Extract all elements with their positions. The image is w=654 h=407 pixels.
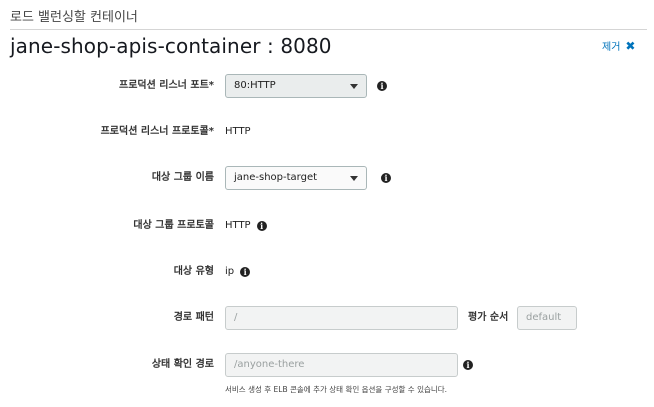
health-check-path-row: 상태 확인 경로 /anyone-there i	[0, 353, 654, 377]
target-group-protocol-label: 대상 그룹 프로토콜	[133, 220, 214, 231]
info-icon[interactable]: i	[240, 267, 251, 277]
production-listener-port-row: 프로덕션 리스너 포트* 80:HTTP i	[0, 74, 654, 98]
container-title: jane-shop-apis-container : 8080	[10, 34, 332, 58]
target-group-protocol-value-wrap: HTTP i	[225, 214, 267, 238]
path-pattern-row: 경로 패턴 / 평가 순서 default	[0, 306, 654, 330]
health-check-path-input[interactable]: /anyone-there	[225, 353, 458, 377]
load-balancer-container-panel: 로드 밸런싱할 컨테이너 jane-shop-apis-container : …	[0, 0, 654, 407]
section-divider	[10, 29, 647, 30]
production-listener-port-label: 프로덕션 리스너 포트*	[119, 80, 214, 91]
production-listener-protocol-row: 프로덕션 리스너 프로토콜* HTTP	[0, 120, 654, 144]
evaluation-order-input[interactable]: default	[517, 306, 577, 330]
caret-down-icon	[350, 176, 358, 181]
caret-down-icon	[350, 84, 358, 89]
target-type-value-wrap: ip i	[225, 260, 251, 284]
evaluation-order-label: 평가 순서	[468, 312, 509, 323]
section-title: 로드 밸런싱할 컨테이너	[10, 10, 138, 25]
target-group-protocol-row: 대상 그룹 프로토콜 HTTP i	[0, 214, 654, 238]
target-group-name-row: 대상 그룹 이름 jane-shop-target i	[0, 166, 654, 190]
production-listener-port-value: 80:HTTP	[234, 80, 276, 91]
evaluation-order-placeholder: default	[526, 312, 562, 323]
remove-label: 제거	[602, 42, 621, 53]
production-listener-protocol-value-wrap: HTTP	[225, 120, 251, 144]
target-group-name-label: 대상 그룹 이름	[151, 172, 214, 183]
health-check-path-label: 상태 확인 경로	[151, 359, 214, 370]
production-listener-protocol-label: 프로덕션 리스너 프로토콜*	[100, 126, 214, 137]
path-pattern-label: 경로 패턴	[173, 312, 214, 323]
info-icon[interactable]: i	[377, 81, 387, 91]
info-icon[interactable]: i	[256, 221, 267, 231]
health-check-hint: 서비스 생성 후 ELB 콘솔에 추가 상태 확인 옵션을 구성할 수 있습니다…	[225, 385, 448, 394]
target-type-value: ip	[225, 266, 235, 277]
path-pattern-placeholder: /	[234, 312, 238, 323]
remove-button[interactable]: 제거 ✖	[602, 38, 636, 54]
target-group-name-select[interactable]: jane-shop-target	[225, 166, 367, 190]
target-type-row: 대상 유형 ip i	[0, 260, 654, 284]
target-type-label: 대상 유형	[173, 266, 214, 277]
production-listener-port-select[interactable]: 80:HTTP	[225, 74, 367, 98]
health-check-path-placeholder: /anyone-there	[234, 359, 305, 370]
target-group-protocol-value: HTTP	[225, 220, 251, 231]
production-listener-protocol-value: HTTP	[225, 126, 251, 137]
info-icon[interactable]: i	[381, 173, 391, 183]
close-icon: ✖	[625, 38, 636, 53]
target-group-name-value: jane-shop-target	[234, 172, 318, 183]
path-pattern-input[interactable]: /	[225, 306, 458, 330]
info-icon[interactable]: i	[463, 360, 473, 370]
